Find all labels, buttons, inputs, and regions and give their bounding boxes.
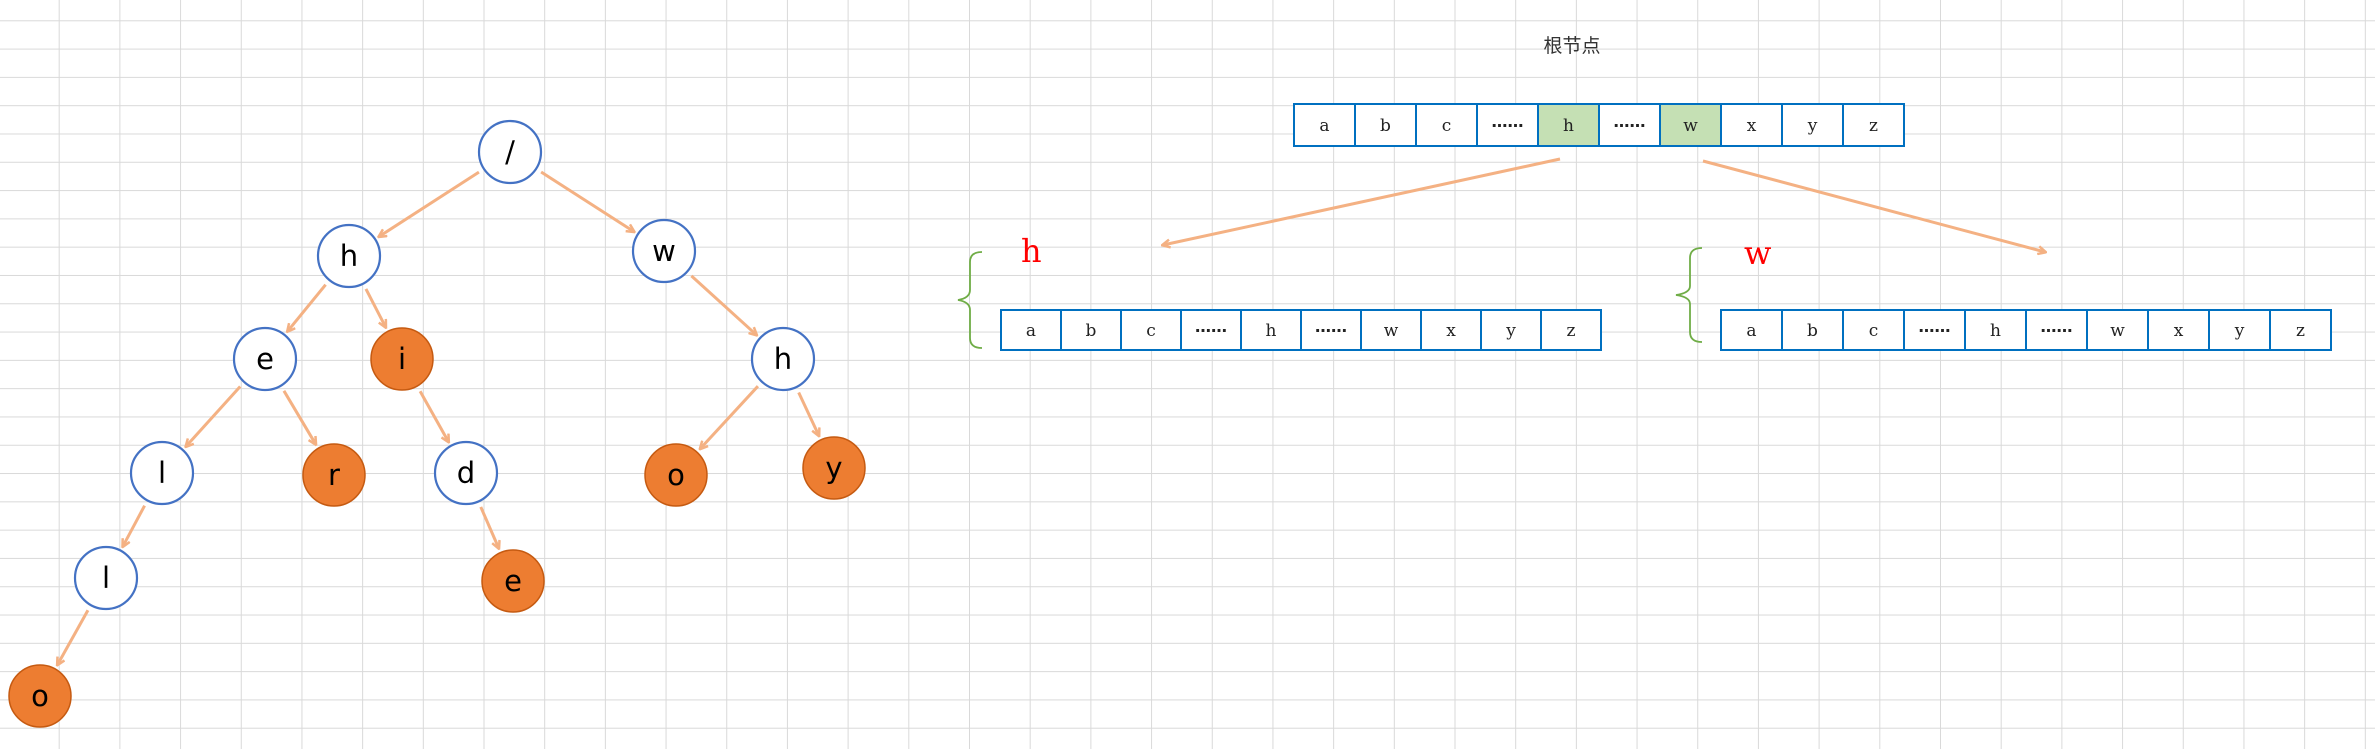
trie-diagram-canvas: / h w e i h l r d o y l e o 根节点 a b c …… h …… w x y z h w a b c …… <box>8 35 2332 728</box>
child-array-w-cell-label: x <box>2174 321 2184 341</box>
tree-edge-wh-who <box>700 385 760 448</box>
child-array-h-cell-label: h <box>1266 321 1277 341</box>
root-array-cell-label: …… <box>1492 112 1524 131</box>
tree-edge-hi-hid <box>418 390 448 441</box>
node-letter: h <box>340 239 358 273</box>
tree-edge-w-wh <box>690 274 756 335</box>
child-array-h-cell-label: z <box>1567 321 1576 341</box>
tree-edge-wh-why <box>797 391 819 436</box>
tree-edge-h-he <box>288 283 327 331</box>
tree-node-h: h <box>316 223 382 289</box>
child-array-h-cell-label: …… <box>1195 317 1227 336</box>
tree-edge-hid-hide <box>479 506 499 548</box>
child-array-h-cell-label: b <box>1086 321 1097 341</box>
root-array-cell-label: b <box>1380 116 1391 136</box>
tree-edge-root-w <box>540 170 634 232</box>
tree-edge-root-h <box>379 170 480 236</box>
node-letter: l <box>158 456 166 490</box>
tree-edge-hell-hello <box>58 609 90 664</box>
child-array-label-h: h <box>1021 232 1042 270</box>
child-array-w-cell-label: a <box>1746 321 1756 341</box>
brace-h <box>957 251 983 349</box>
child-array-w-cell-label: h <box>1990 321 2001 341</box>
node-letter: d <box>457 456 475 490</box>
node-letter: l <box>102 561 110 595</box>
root-array-cell-label: x <box>1747 116 1757 136</box>
trie-tree-edges <box>58 170 819 665</box>
arrow-to-h-array <box>1163 157 1561 245</box>
child-array-w-cell-label: …… <box>1919 317 1951 336</box>
tree-node-he: e <box>232 326 298 392</box>
child-array-h-cell-label: x <box>1446 321 1456 341</box>
node-letter: o <box>31 679 49 713</box>
root-array-cell-label: z <box>1869 116 1878 136</box>
brace-w <box>1675 247 1703 343</box>
tree-node-hide: e <box>481 549 545 613</box>
tree-node-wh: h <box>750 326 816 392</box>
root-array-cell-label: c <box>1442 116 1452 136</box>
tree-node-hell: l <box>73 545 139 611</box>
child-array-w-cell-label: w <box>2110 321 2125 341</box>
child-array-w-cell-label: …… <box>2041 317 2073 336</box>
child-array-w: a b c …… h …… w x y z <box>1720 309 2332 351</box>
tree-node-hid: d <box>433 440 499 506</box>
root-node-label: 根节点 <box>1543 35 1600 57</box>
node-letter: e <box>504 564 522 598</box>
child-array-h-cell-label: …… <box>1315 317 1347 336</box>
tree-node-hel: l <box>129 440 195 506</box>
tree-edge-he-her <box>282 390 316 444</box>
child-array-h-cell-label: y <box>1505 321 1516 341</box>
child-array-label-w: w <box>1744 234 1771 272</box>
tree-edge-hel-hell <box>123 504 146 547</box>
child-array-h-cell-label: w <box>1384 321 1399 341</box>
tree-node-w: w <box>631 218 697 284</box>
root-array-cell-label: …… <box>1614 112 1646 131</box>
root-array: a b c …… h …… w x y z <box>1293 103 1905 147</box>
tree-node-her: r <box>302 443 366 507</box>
root-array-cell-label: h <box>1563 116 1574 136</box>
node-letter: h <box>774 342 792 376</box>
child-array-w-cell-label: z <box>2296 321 2305 341</box>
root-array-cell-label: w <box>1683 116 1698 136</box>
node-letter: r <box>328 458 340 492</box>
node-letter: o <box>667 458 685 492</box>
child-array-h-cell-label: c <box>1146 321 1156 341</box>
child-array-h-cell-label: a <box>1026 321 1036 341</box>
node-letter: e <box>256 342 274 376</box>
tree-node-why: y <box>802 436 866 500</box>
child-array-h: a b c …… h …… w x y z <box>1000 309 1602 351</box>
tree-node-hello: o <box>8 664 72 728</box>
tree-node-hi: i <box>370 327 434 391</box>
tree-node-root: / <box>477 119 543 185</box>
node-letter: w <box>652 234 676 268</box>
tree-edge-h-hi <box>364 288 386 327</box>
child-array-w-cell-label: b <box>1807 321 1818 341</box>
node-letter: y <box>825 451 842 485</box>
tree-edge-he-hel <box>186 385 242 446</box>
tree-node-who: o <box>644 443 708 507</box>
root-array-cell-label: y <box>1807 116 1818 136</box>
child-array-w-cell-label: c <box>1869 321 1879 341</box>
root-array-cell-label: a <box>1319 116 1329 136</box>
child-array-w-cell-label: y <box>2234 321 2245 341</box>
node-letter: / <box>505 135 515 169</box>
node-letter: i <box>398 342 406 376</box>
